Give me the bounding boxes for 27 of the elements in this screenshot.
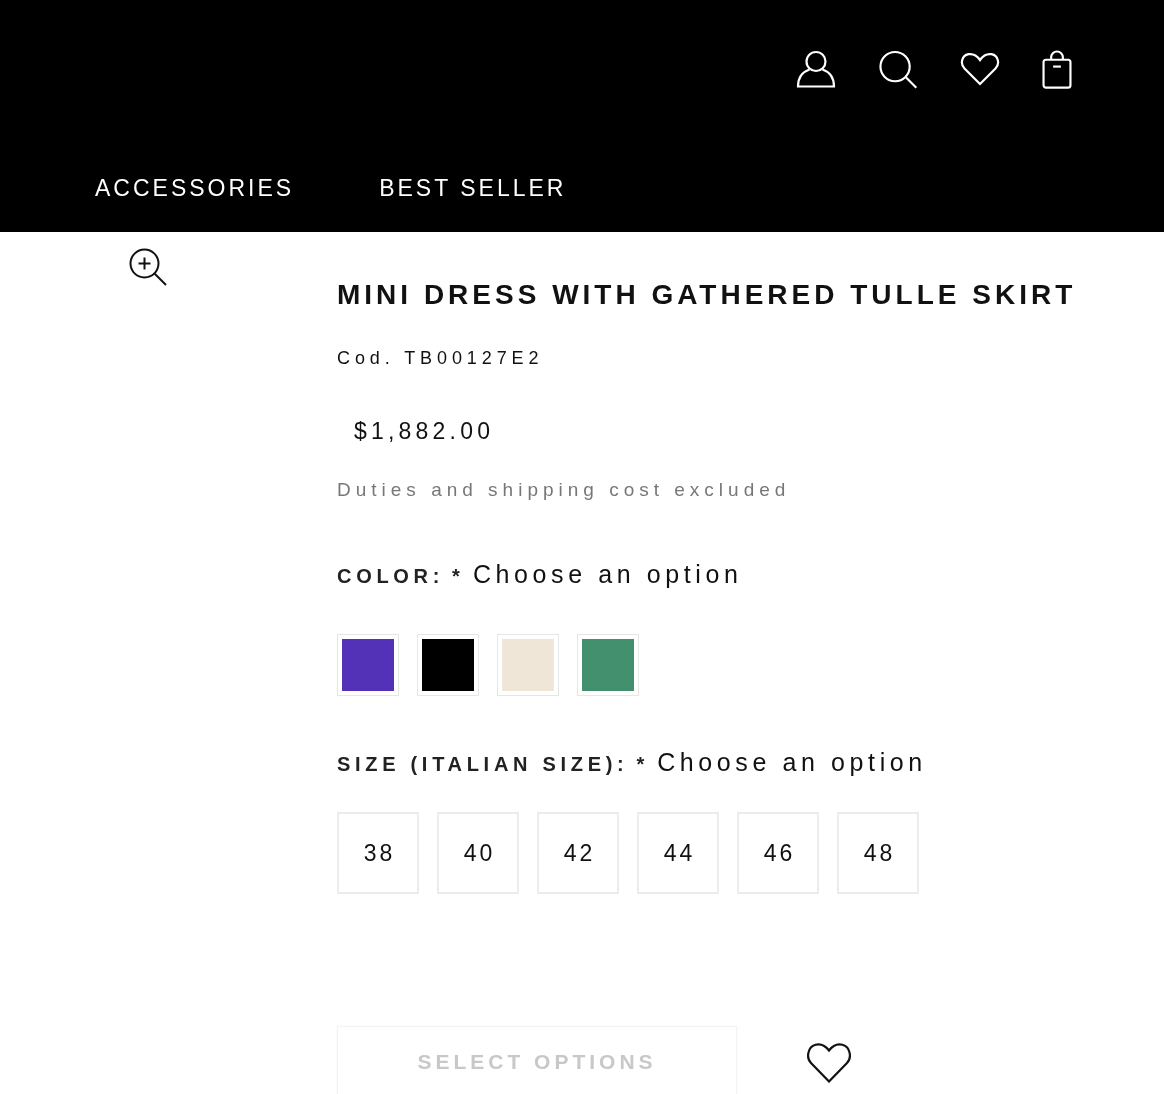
color-swatch-icon[interactable] xyxy=(417,634,479,696)
user-icon[interactable] xyxy=(796,50,836,88)
product-price: $1,882.00 xyxy=(353,417,496,445)
zoom-in-icon[interactable] xyxy=(129,248,167,286)
required-mark: * xyxy=(636,752,645,777)
option-label: COLOR: xyxy=(337,564,445,589)
size-option[interactable]: 44 xyxy=(637,812,719,894)
option-label: SIZE (ITALIAN SIZE): xyxy=(337,752,629,777)
product-code: Cod. TB00127E2 xyxy=(337,347,545,370)
color-swatch-icon[interactable] xyxy=(337,634,399,696)
required-mark: * xyxy=(452,564,460,589)
option-prompt: Choose an option xyxy=(657,747,927,777)
nav-link[interactable]: ACCESSORIES xyxy=(95,175,295,201)
shipping-note: Duties and shipping cost excluded xyxy=(337,478,792,502)
search-icon[interactable] xyxy=(878,49,918,89)
nav-link[interactable]: BEST SELLER xyxy=(379,175,567,201)
size-option[interactable]: 42 xyxy=(537,812,619,894)
option-prompt: Choose an option xyxy=(472,559,743,589)
color-swatch-icon[interactable] xyxy=(497,634,559,696)
shopping-bag-icon[interactable] xyxy=(1042,49,1072,89)
size-option[interactable]: 46 xyxy=(737,812,819,894)
heart-icon[interactable] xyxy=(806,1041,852,1083)
color-swatch-icon[interactable] xyxy=(577,634,639,696)
size-option[interactable]: 38 xyxy=(337,812,419,894)
product-title: MINI DRESS WITH GATHERED TULLE SKIRT xyxy=(337,278,1078,312)
size-option[interactable]: 40 xyxy=(437,812,519,894)
size-option[interactable]: 48 xyxy=(837,812,919,894)
